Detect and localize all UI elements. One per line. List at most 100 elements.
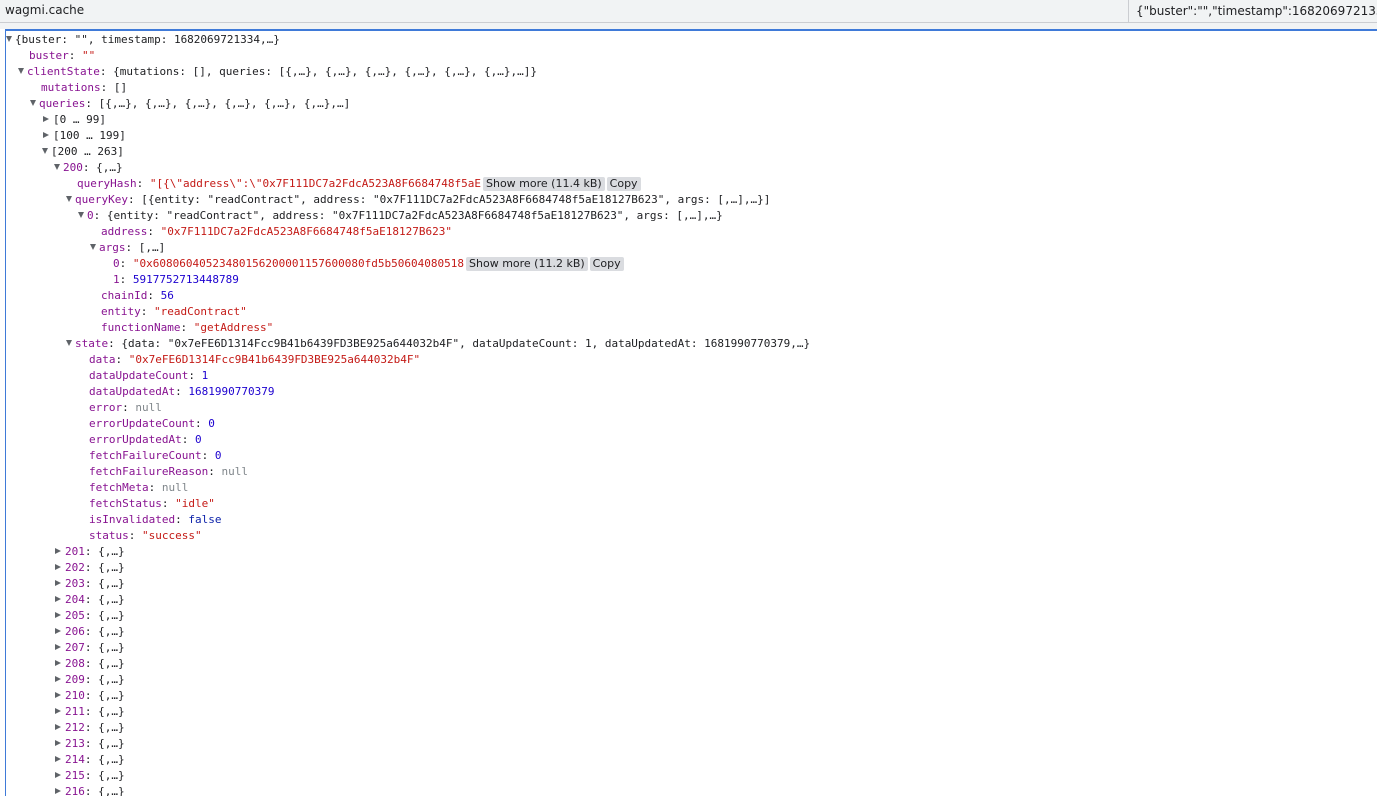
prop-value: "readContract"	[154, 305, 247, 318]
collapse-triangle-icon[interactable]	[55, 756, 61, 762]
expand-triangle-icon[interactable]	[78, 212, 84, 218]
collapse-triangle-icon[interactable]	[55, 788, 61, 794]
tree-node-216[interactable]: 216: {,…}	[54, 784, 125, 796]
collapse-triangle-icon[interactable]	[43, 116, 49, 122]
expand-triangle-icon[interactable]	[18, 68, 24, 74]
tree-node-213[interactable]: 213: {,…}	[54, 736, 125, 752]
tree-node-206[interactable]: 206: {,…}	[54, 624, 125, 640]
prop-key: entity	[101, 305, 141, 318]
tree-node-212[interactable]: 212: {,…}	[54, 720, 125, 736]
tree-range-100-199[interactable]: [100 … 199]	[42, 128, 126, 144]
tree-node-queryKey[interactable]: queryKey: [{entity: "readContract", addr…	[66, 192, 770, 208]
prop-value: "0x7F111DC7a2FdcA523A8F6684748f5aE18127B…	[160, 225, 453, 238]
tree-node-functionName: functionName: "getAddress"	[101, 321, 274, 334]
node-summary: [{,…}, {,…}, {,…}, {,…}, {,…}, {,…},…]	[98, 97, 351, 110]
collapse-triangle-icon[interactable]	[55, 660, 61, 666]
state-field-data: data: "0x7eFE6D1314Fcc9B41b6439FD3BE925a…	[89, 353, 421, 366]
collapse-triangle-icon[interactable]	[55, 724, 61, 730]
node-summary: {,…}	[98, 769, 125, 782]
collapse-triangle-icon[interactable]	[55, 628, 61, 634]
prop-key: 214	[65, 753, 85, 766]
expand-triangle-icon[interactable]	[90, 244, 96, 250]
tree-node-209[interactable]: 209: {,…}	[54, 672, 125, 688]
tree-node-215[interactable]: 215: {,…}	[54, 768, 125, 784]
tree-node-clientState[interactable]: clientState: {mutations: [], queries: [{…	[18, 64, 537, 80]
tree-range-200-263[interactable]: [200 … 263]	[42, 144, 124, 160]
prop-value: null	[221, 465, 248, 478]
copy-button[interactable]: Copy	[589, 257, 624, 271]
tree-node-state[interactable]: state: {data: "0x7eFE6D1314Fcc9B41b6439F…	[66, 336, 810, 352]
collapse-triangle-icon[interactable]	[55, 644, 61, 650]
storage-key[interactable]: wagmi.cache	[5, 3, 84, 17]
collapse-triangle-icon[interactable]	[55, 740, 61, 746]
expand-triangle-icon[interactable]	[6, 36, 12, 42]
tree-node-201[interactable]: 201: {,…}	[54, 544, 125, 560]
state-field-fetchFailureCount: fetchFailureCount: 0	[89, 449, 222, 462]
tree-node-204[interactable]: 204: {,…}	[54, 592, 125, 608]
expand-triangle-icon[interactable]	[66, 340, 72, 346]
prop-value: false	[188, 513, 222, 526]
collapse-triangle-icon[interactable]	[55, 676, 61, 682]
tree-node-queryKey-0[interactable]: 0: {entity: "readContract", address: "0x…	[78, 208, 723, 224]
copy-button[interactable]: Copy	[606, 177, 641, 191]
prop-value: 1681990770379	[188, 385, 275, 398]
prop-value: null	[161, 481, 189, 494]
prop-key: 212	[65, 721, 85, 734]
storage-entry-row[interactable]: wagmi.cache {"buster":"","timestamp":168…	[0, 0, 1377, 23]
tree-node-entity: entity: "readContract"	[101, 305, 247, 318]
expand-triangle-icon[interactable]	[42, 148, 48, 154]
collapse-triangle-icon[interactable]	[55, 708, 61, 714]
prop-key: 206	[65, 625, 85, 638]
range-label: [100 … 199]	[53, 129, 126, 142]
node-summary: {,…}	[98, 721, 125, 734]
node-summary: {buster: "", timestamp: 1682069721334,…}	[15, 33, 280, 46]
prop-key: fetchMeta	[89, 481, 149, 494]
prop-key: 207	[65, 641, 85, 654]
prop-key: errorUpdateCount	[89, 417, 195, 430]
tree-node-207[interactable]: 207: {,…}	[54, 640, 125, 656]
json-preview-pane[interactable]: {buster: "", timestamp: 1682069721334,…}…	[5, 29, 1377, 796]
state-field-error: error: null	[89, 401, 162, 414]
prop-key: dataUpdatedAt	[89, 385, 176, 398]
prop-key: state	[75, 337, 109, 350]
tree-node-203[interactable]: 203: {,…}	[54, 576, 125, 592]
collapse-triangle-icon[interactable]	[55, 596, 61, 602]
expand-triangle-icon[interactable]	[54, 164, 60, 170]
node-summary: {,…}	[98, 673, 125, 686]
collapse-triangle-icon[interactable]	[55, 564, 61, 570]
prop-key: fetchFailureCount	[89, 449, 202, 462]
node-summary: {,…}	[98, 657, 125, 670]
prop-key: 201	[65, 545, 85, 558]
collapse-triangle-icon[interactable]	[55, 580, 61, 586]
tree-node-208[interactable]: 208: {,…}	[54, 656, 125, 672]
state-field-fetchStatus: fetchStatus: "idle"	[89, 497, 215, 510]
node-summary: {,…}	[98, 577, 125, 590]
collapse-triangle-icon[interactable]	[55, 548, 61, 554]
tree-node-214[interactable]: 214: {,…}	[54, 752, 125, 768]
tree-node-205[interactable]: 205: {,…}	[54, 608, 125, 624]
state-field-dataUpdatedAt: dataUpdatedAt: 1681990770379	[89, 385, 275, 398]
tree-node-200[interactable]: 200: {,…}	[54, 160, 123, 176]
collapse-triangle-icon[interactable]	[43, 132, 49, 138]
show-more-button[interactable]: Show more (11.2 kB)	[466, 257, 588, 271]
prop-key: 208	[65, 657, 85, 670]
tree-node-queries[interactable]: queries: [{,…}, {,…}, {,…}, {,…}, {,…}, …	[30, 96, 350, 112]
collapse-triangle-icon[interactable]	[55, 692, 61, 698]
prop-key: 204	[65, 593, 85, 606]
show-more-button[interactable]: Show more (11.4 kB)	[483, 177, 605, 191]
prop-key: address	[101, 225, 148, 238]
tree-node-root[interactable]: {buster: "", timestamp: 1682069721334,…}	[6, 32, 280, 48]
storage-value[interactable]: {"buster":"","timestamp":1682069721334,"…	[1128, 0, 1377, 22]
tree-range-0-99[interactable]: [0 … 99]	[42, 112, 106, 128]
tree-node-202[interactable]: 202: {,…}	[54, 560, 125, 576]
collapse-triangle-icon[interactable]	[55, 612, 61, 618]
expand-triangle-icon[interactable]	[66, 196, 72, 202]
state-field-errorUpdatedAt: errorUpdatedAt: 0	[89, 433, 202, 446]
expand-triangle-icon[interactable]	[30, 100, 36, 106]
tree-node-args[interactable]: args: [,…]	[90, 240, 165, 256]
range-label: [0 … 99]	[53, 113, 106, 126]
collapse-triangle-icon[interactable]	[55, 772, 61, 778]
tree-node-211[interactable]: 211: {,…}	[54, 704, 125, 720]
prop-key: 205	[65, 609, 85, 622]
tree-node-210[interactable]: 210: {,…}	[54, 688, 125, 704]
